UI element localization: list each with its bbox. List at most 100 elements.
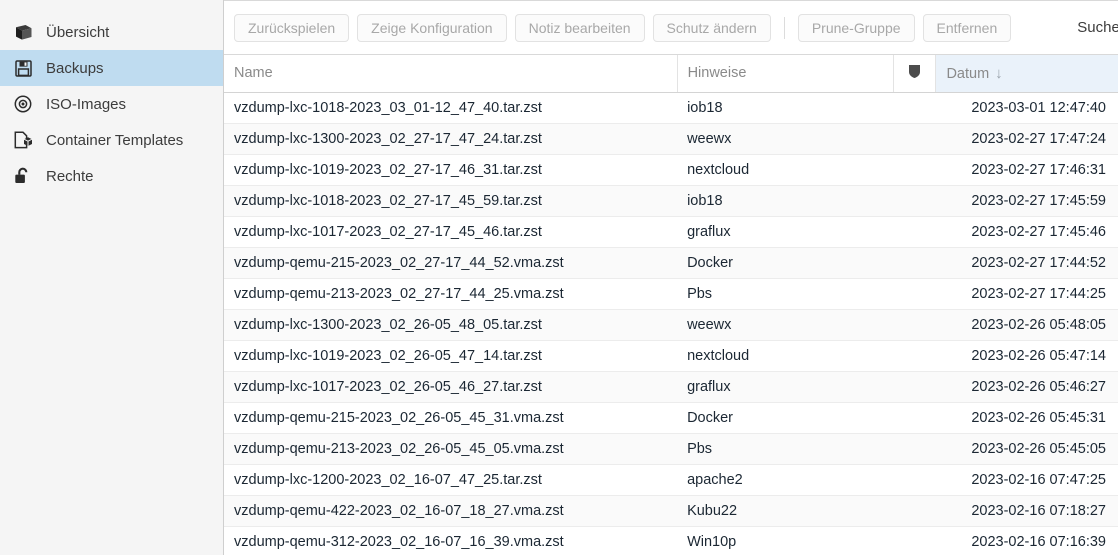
schutz-ändern-button[interactable]: Schutz ändern xyxy=(652,13,771,42)
cell-name: vzdump-lxc-1019-2023_02_27-17_46_31.tar.… xyxy=(224,154,678,186)
cell-date: 2023-02-26 05:47:14 xyxy=(935,340,1118,372)
column-header-date[interactable]: Datum ↓ xyxy=(935,55,1118,93)
column-header-notes[interactable]: Hinweise xyxy=(677,55,894,93)
toolbar: Zurückspielen Zeige Konfiguration Notiz be… xyxy=(224,0,1118,55)
sidebar-item-container-templates[interactable]: Container Templates xyxy=(0,122,223,158)
cell-protected xyxy=(893,464,936,496)
table-row[interactable]: vzdump-lxc-1300-2023_02_27-17_47_24.tar.… xyxy=(224,123,1118,155)
cell-protected xyxy=(893,123,936,155)
cell-name: vzdump-lxc-1019-2023_02_26-05_47_14.tar.… xyxy=(224,340,678,372)
cell-date: 2023-02-27 17:44:52 xyxy=(935,247,1118,279)
cell-date: 2023-03-01 12:47:40 xyxy=(935,92,1118,124)
cell-name: vzdump-qemu-213-2023_02_27-17_44_25.vma.… xyxy=(224,278,678,310)
cell-name: vzdump-qemu-215-2023_02_27-17_44_52.vma.… xyxy=(224,247,678,279)
table-row[interactable]: vzdump-qemu-312-2023_02_16-07_16_39.vma.… xyxy=(224,526,1118,555)
table-row[interactable]: vzdump-lxc-1017-2023_02_27-17_45_46.tar.… xyxy=(224,216,1118,248)
cell-notes: graflux xyxy=(677,371,894,403)
cell-name: vzdump-lxc-1200-2023_02_16-07_47_25.tar.… xyxy=(224,464,678,496)
sidebar-item-backups[interactable]: Backups xyxy=(0,50,223,86)
cell-notes: Docker xyxy=(677,402,894,434)
notiz-bearbeiten-button[interactable]: Notiz bearbeiten xyxy=(514,13,645,42)
toolbar-separator xyxy=(783,16,785,39)
cell-date: 2023-02-26 05:48:05 xyxy=(935,309,1118,341)
cell-notes: Pbs xyxy=(677,433,894,465)
cell-notes: iob18 xyxy=(677,92,894,124)
search-label: Suche: xyxy=(1077,19,1118,36)
cell-date: 2023-02-26 05:45:05 xyxy=(935,433,1118,465)
cell-date: 2023-02-26 05:46:27 xyxy=(935,371,1118,403)
table-row[interactable]: vzdump-lxc-1300-2023_02_26-05_48_05.tar.… xyxy=(224,309,1118,341)
cell-notes: weewx xyxy=(677,309,894,341)
table-row[interactable]: vzdump-qemu-215-2023_02_27-17_44_52.vma.… xyxy=(224,247,1118,279)
column-header-name[interactable]: Name xyxy=(224,55,678,93)
cell-date: 2023-02-27 17:44:25 xyxy=(935,278,1118,310)
prune-gruppe-button[interactable]: Prune-Gruppe xyxy=(797,13,915,42)
cell-notes: apache2 xyxy=(677,464,894,496)
cell-notes: graflux xyxy=(677,216,894,248)
table-row[interactable]: vzdump-lxc-1019-2023_02_26-05_47_14.tar.… xyxy=(224,340,1118,372)
cell-date: 2023-02-27 17:45:59 xyxy=(935,185,1118,217)
cell-notes: weewx xyxy=(677,123,894,155)
sidebar-item-iso-images[interactable]: ISO-Images xyxy=(0,86,223,122)
cell-protected xyxy=(893,247,936,279)
zurückspielen-button[interactable]: Zurückspielen xyxy=(234,13,350,42)
cell-protected xyxy=(893,278,936,310)
floppy-disk-icon xyxy=(12,58,34,78)
cell-notes: Pbs xyxy=(677,278,894,310)
cell-date: 2023-02-27 17:45:46 xyxy=(935,216,1118,248)
table-row[interactable]: vzdump-lxc-1018-2023_03_01-12_47_40.tar.… xyxy=(224,92,1118,124)
cell-date: 2023-02-27 17:46:31 xyxy=(935,154,1118,186)
open-padlock-icon xyxy=(12,166,34,186)
cell-date: 2023-02-26 05:45:31 xyxy=(935,402,1118,434)
zeige-konfiguration-button[interactable]: Zeige Konfiguration xyxy=(357,13,507,42)
sidebar-item-label: Rechte xyxy=(46,167,94,185)
cell-name: vzdump-qemu-215-2023_02_26-05_45_31.vma.… xyxy=(224,402,678,434)
table-row[interactable]: vzdump-lxc-1019-2023_02_27-17_46_31.tar.… xyxy=(224,154,1118,186)
cell-name: vzdump-lxc-1018-2023_02_27-17_45_59.tar.… xyxy=(224,185,678,217)
column-header-protected[interactable] xyxy=(893,55,937,93)
cell-protected xyxy=(893,371,936,403)
cell-notes: Docker xyxy=(677,247,894,279)
table-row[interactable]: vzdump-qemu-215-2023_02_26-05_45_31.vma.… xyxy=(224,402,1118,434)
cell-date: 2023-02-27 17:47:24 xyxy=(935,123,1118,155)
storage-content-view: Übersicht Backups ISO-Images Container Temp… xyxy=(0,0,1118,555)
cell-name: vzdump-lxc-1018-2023_03_01-12_47_40.tar.… xyxy=(224,92,678,124)
cell-protected xyxy=(893,154,936,186)
cell-protected xyxy=(893,309,936,341)
sidebar-item-bersicht[interactable]: Übersicht xyxy=(0,14,223,50)
cell-protected xyxy=(893,433,936,465)
sidebar: Übersicht Backups ISO-Images Container Temp… xyxy=(0,0,224,555)
cell-name: vzdump-lxc-1300-2023_02_27-17_47_24.tar.… xyxy=(224,123,678,155)
sort-descending-icon: ↓ xyxy=(995,64,1003,82)
entfernen-button[interactable]: Entfernen xyxy=(922,13,1012,42)
book-icon xyxy=(12,22,34,42)
disc-icon xyxy=(12,94,34,114)
table-row[interactable]: vzdump-lxc-1200-2023_02_16-07_47_25.tar.… xyxy=(224,464,1118,496)
cell-name: vzdump-lxc-1017-2023_02_26-05_46_27.tar.… xyxy=(224,371,678,403)
cell-date: 2023-02-16 07:16:39 xyxy=(935,526,1118,555)
backups-grid: Name Hinweise Datum ↓ vzdump-lxc-1018-2023_… xyxy=(224,55,1118,555)
cell-name: vzdump-qemu-312-2023_02_16-07_16_39.vma.… xyxy=(224,526,678,555)
cell-protected xyxy=(893,216,936,248)
cell-notes: iob18 xyxy=(677,185,894,217)
cell-name: vzdump-lxc-1300-2023_02_26-05_48_05.tar.… xyxy=(224,309,678,341)
table-row[interactable]: vzdump-lxc-1018-2023_02_27-17_45_59.tar.… xyxy=(224,185,1118,217)
table-row[interactable]: vzdump-qemu-213-2023_02_27-17_44_25.vma.… xyxy=(224,278,1118,310)
header-row: Name Hinweise Datum ↓ xyxy=(224,55,1118,93)
cell-protected xyxy=(893,185,936,217)
container-template-icon xyxy=(12,130,34,150)
sidebar-item-label: ISO-Images xyxy=(46,95,127,113)
table-header: Name Hinweise Datum ↓ xyxy=(224,55,1118,93)
backups-table: Name Hinweise Datum ↓ vzdump-lxc-1018-2023_… xyxy=(224,55,1118,555)
sidebar-item-rechte[interactable]: Rechte xyxy=(0,158,223,194)
cell-protected xyxy=(893,340,936,372)
table-row[interactable]: vzdump-lxc-1017-2023_02_26-05_46_27.tar.… xyxy=(224,371,1118,403)
sidebar-item-label: Übersicht xyxy=(46,23,110,41)
table-row[interactable]: vzdump-qemu-422-2023_02_16-07_18_27.vma.… xyxy=(224,495,1118,527)
cell-date: 2023-02-16 07:47:25 xyxy=(935,464,1118,496)
table-row[interactable]: vzdump-qemu-213-2023_02_26-05_45_05.vma.… xyxy=(224,433,1118,465)
cell-notes: nextcloud xyxy=(677,340,894,372)
cell-name: vzdump-qemu-422-2023_02_16-07_18_27.vma.… xyxy=(224,495,678,527)
cell-notes: Win10p xyxy=(677,526,894,555)
column-header-label: Datum xyxy=(946,65,990,82)
